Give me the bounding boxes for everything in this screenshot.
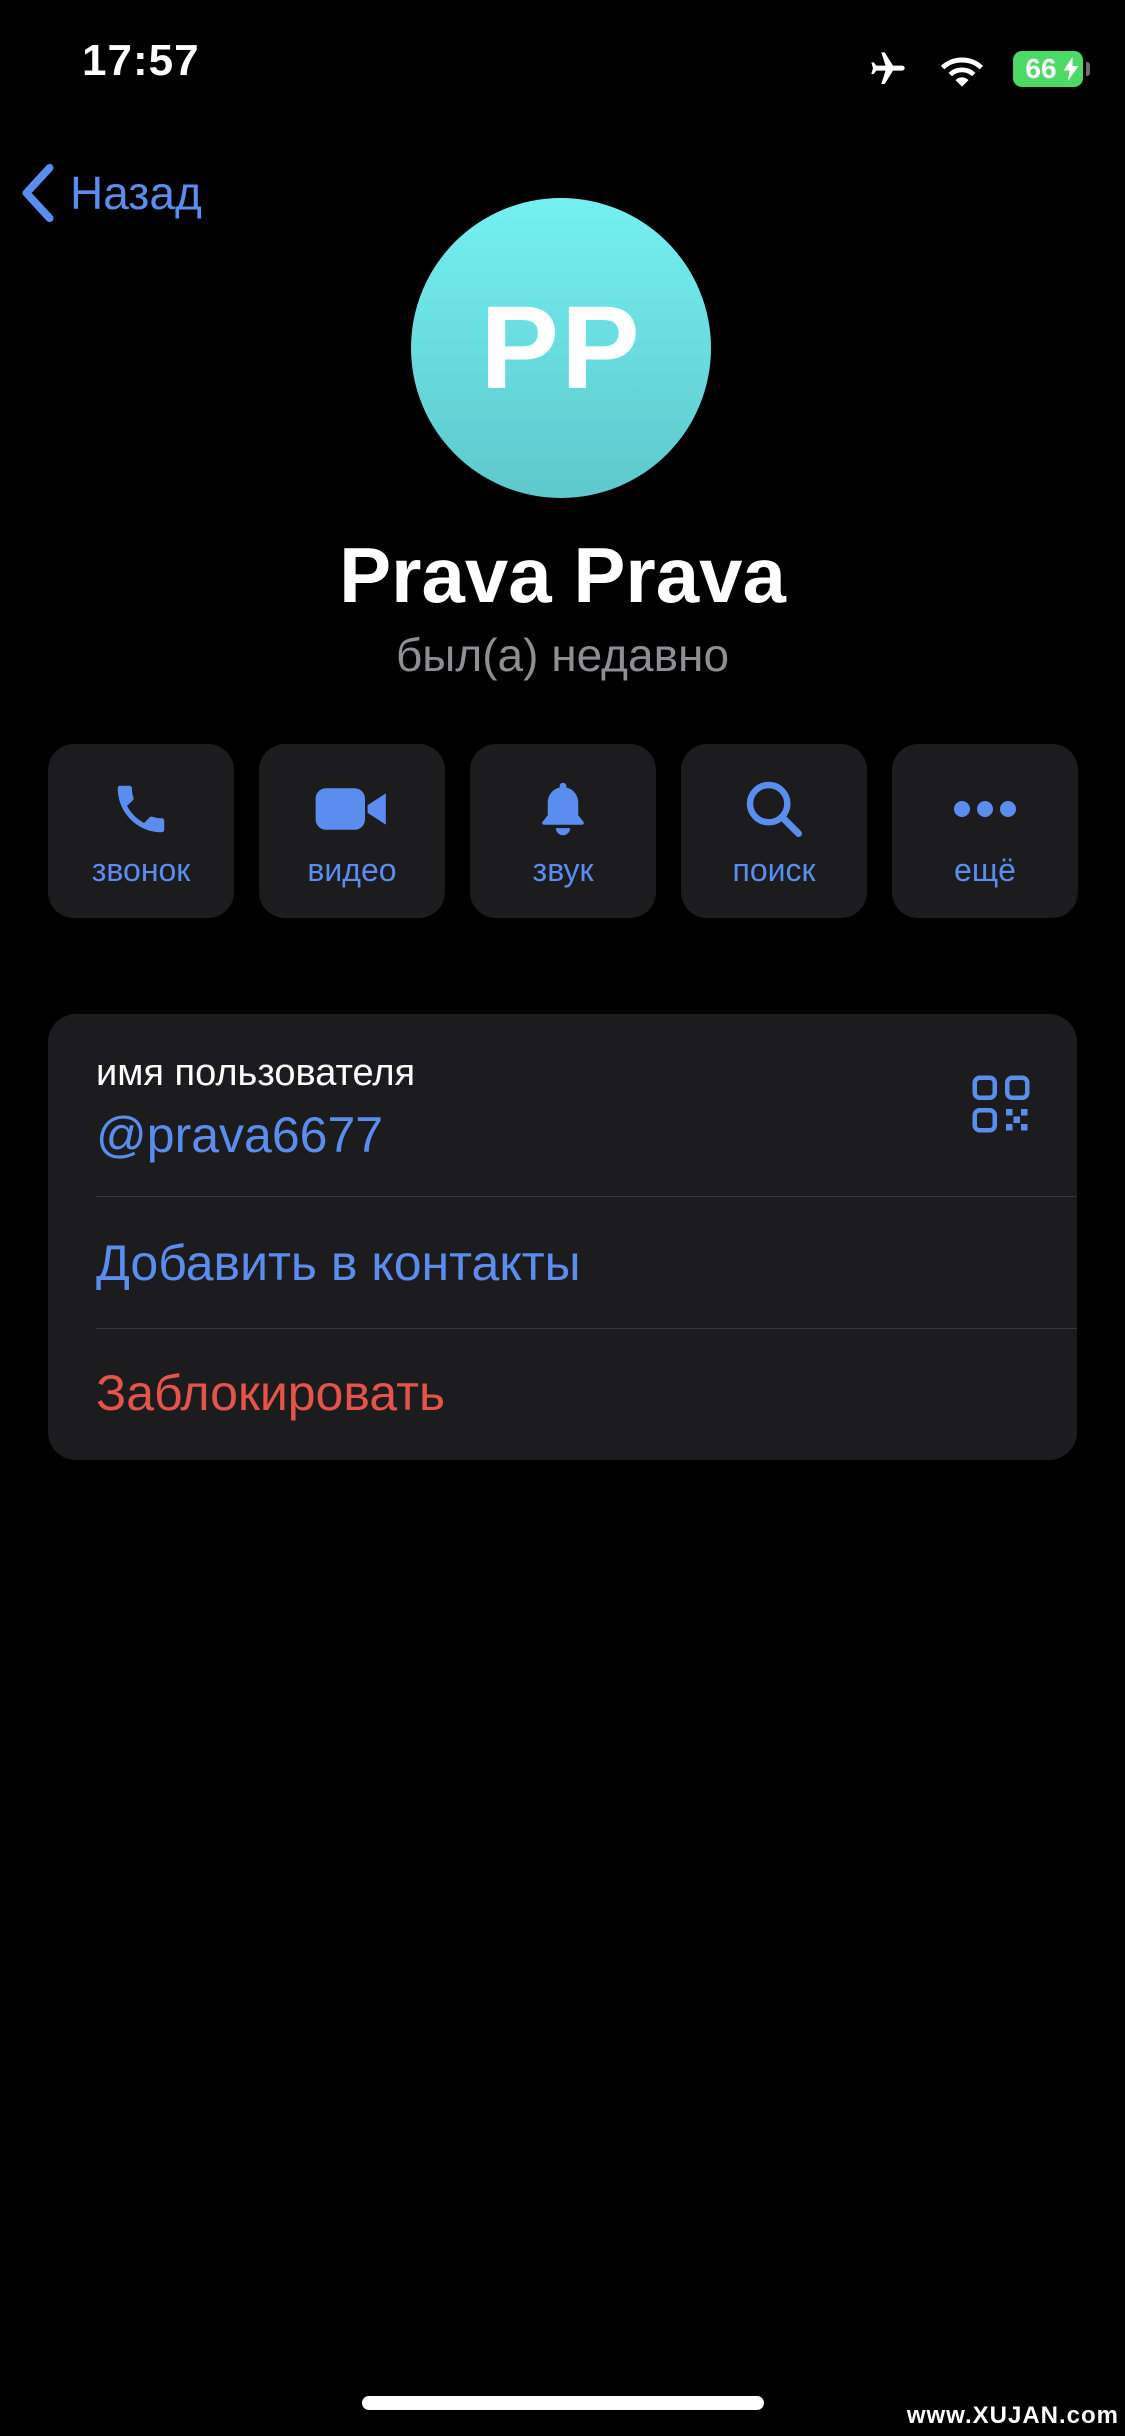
sound-label: звук bbox=[532, 852, 594, 888]
block-button[interactable]: Заблокировать bbox=[96, 1364, 445, 1422]
sound-button[interactable]: звук bbox=[470, 744, 656, 918]
search-button[interactable]: поиск bbox=[681, 744, 867, 918]
back-label: Назад bbox=[70, 167, 202, 219]
wifi-icon bbox=[940, 57, 984, 87]
home-indicator[interactable] bbox=[362, 2396, 764, 2410]
avatar-initials: PP bbox=[480, 282, 642, 414]
status-time: 17:57 bbox=[82, 36, 200, 85]
more-icon bbox=[954, 801, 1016, 817]
battery-charging-icon: 66 bbox=[1013, 51, 1090, 87]
divider bbox=[96, 1196, 1077, 1197]
search-icon bbox=[746, 781, 802, 837]
add-contact-button[interactable]: Добавить в контакты bbox=[96, 1234, 581, 1292]
status-icons: 66 bbox=[865, 44, 1090, 94]
watermark: www.XUJAN.com bbox=[906, 2402, 1119, 2429]
qr-code-icon[interactable] bbox=[971, 1074, 1031, 1134]
chevron-left-icon bbox=[22, 163, 54, 223]
call-label: звонок bbox=[91, 852, 191, 888]
phone-icon bbox=[117, 785, 165, 833]
search-label: поиск bbox=[732, 852, 816, 888]
profile-name: Prava Prava bbox=[339, 531, 786, 619]
presence-status: был(а) недавно bbox=[395, 629, 730, 681]
call-button[interactable]: звонок bbox=[48, 744, 234, 918]
back-button[interactable]: Назад bbox=[20, 162, 202, 224]
username-value[interactable]: @prava6677 bbox=[96, 1106, 383, 1164]
video-label: видео bbox=[307, 852, 397, 888]
more-button[interactable]: ещё bbox=[892, 744, 1078, 918]
username-label: имя пользователя bbox=[96, 1052, 416, 1094]
battery-percent: 66 bbox=[1025, 53, 1057, 84]
video-button[interactable]: видео bbox=[259, 744, 445, 918]
more-label: ещё bbox=[954, 852, 1016, 888]
bell-icon bbox=[542, 782, 584, 836]
video-icon bbox=[315, 788, 386, 830]
avatar[interactable]: PP bbox=[411, 198, 711, 498]
info-card: имя пользователя @prava6677 Добавить в к… bbox=[48, 1014, 1077, 1460]
action-buttons: звонок видео звук поиск ещё bbox=[48, 744, 1078, 918]
airplane-icon bbox=[871, 52, 905, 84]
divider bbox=[96, 1328, 1077, 1329]
